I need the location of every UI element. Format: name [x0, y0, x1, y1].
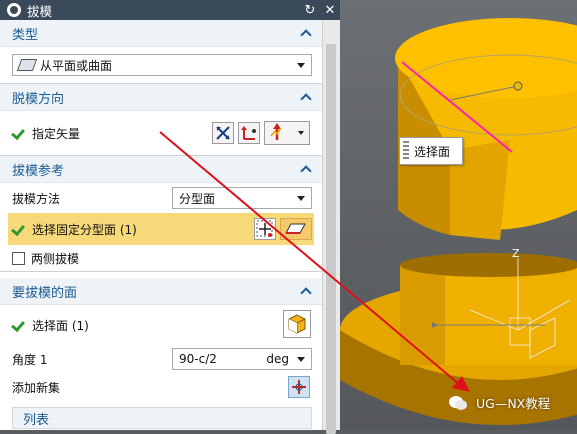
- mid-cylinder-side: [400, 265, 445, 365]
- angle-input[interactable]: 90-c/2 deg: [172, 348, 312, 370]
- check-icon: [12, 319, 25, 332]
- add-set-icon: [292, 380, 306, 394]
- section-direction-header[interactable]: 脱模方向: [0, 84, 322, 111]
- mid-cylinder-band: [400, 253, 577, 277]
- angle-label: 角度 1: [12, 352, 48, 367]
- section-reference: 拔模参考 拔模方法 分型面 选择固定分型面 (1) 两侧拔模: [0, 156, 322, 272]
- inferred-vector-dropdown[interactable]: [264, 121, 310, 145]
- watermark: UG—NX教程: [448, 393, 550, 412]
- angle-value: 90-c/2: [179, 352, 217, 366]
- graphics-viewport[interactable]: Z 选择面 UG—NX教程: [340, 0, 577, 430]
- type-dropdown[interactable]: 从平面或曲面: [12, 54, 312, 76]
- tooltip-text: 选择面: [414, 144, 451, 159]
- add-new-set-label: 添加新集: [12, 380, 61, 395]
- select-parting-row[interactable]: 选择固定分型面 (1): [8, 213, 314, 245]
- dialog-content: 类型 从平面或曲面 脱模方向 指定矢量 拔模参考 拔模方法 分型面 选择固定分型…: [0, 20, 322, 429]
- draft-method-row: 拔模方法 分型面: [0, 183, 322, 213]
- section-type-header[interactable]: 类型: [0, 20, 322, 47]
- select-face-label: 选择面 (1): [32, 318, 89, 333]
- section-type-title: 类型: [12, 27, 39, 43]
- chevron-up-icon[interactable]: [300, 93, 312, 101]
- check-icon: [12, 127, 25, 140]
- scrollbar-thumb[interactable]: [326, 44, 336, 434]
- draft-method-label: 拔模方法: [12, 191, 61, 206]
- reverse-direction-icon: [216, 126, 230, 140]
- type-dropdown-value: 从平面或曲面: [40, 58, 113, 73]
- section-direction-title: 脱模方向: [12, 91, 65, 107]
- angle-unit: deg: [266, 352, 289, 366]
- gear-icon: [7, 3, 21, 17]
- draft-method-value: 分型面: [179, 191, 216, 206]
- chevron-down-icon: [298, 131, 304, 135]
- section-faces-header[interactable]: 要拔模的面: [0, 278, 322, 305]
- section-faces: 要拔模的面 选择面 (1) 角度 1 90-c/2 deg 添加新集 列表: [0, 278, 322, 429]
- dialog-titlebar: 拔模 ↻ ✕: [0, 0, 340, 20]
- add-new-set-button[interactable]: [288, 376, 310, 398]
- specify-vector-label: 指定矢量: [32, 126, 81, 141]
- chevron-down-icon: [297, 63, 305, 68]
- cube-face-icon: [288, 314, 306, 334]
- dialog-scrollbar[interactable]: [322, 20, 341, 434]
- reverse-direction-button[interactable]: [212, 122, 234, 144]
- select-face-row[interactable]: 选择面 (1): [0, 305, 322, 345]
- section-reference-header[interactable]: 拔模参考: [0, 156, 322, 183]
- plane-dialog-button[interactable]: [280, 218, 312, 240]
- watermark-text: UG—NX教程: [476, 396, 551, 411]
- vector-handle-ball[interactable]: [513, 81, 523, 91]
- vector-dialog-button[interactable]: [238, 122, 260, 144]
- draft-dialog: 拔模 ↻ ✕ 类型 从平面或曲面 脱模方向 指定矢量 拔模参考 拔模方法 分型面…: [0, 0, 341, 434]
- chevron-down-icon: [297, 357, 305, 362]
- specify-vector-row[interactable]: 指定矢量: [0, 111, 322, 155]
- select-face-tooltip: 选择面: [399, 137, 463, 165]
- reset-icon[interactable]: ↻: [300, 3, 320, 18]
- list-header-label: 列表: [23, 412, 50, 428]
- vector-icon: [241, 126, 256, 140]
- dialog-title: 拔模: [27, 3, 53, 19]
- select-face-button[interactable]: [283, 310, 311, 338]
- close-icon[interactable]: ✕: [320, 3, 340, 18]
- chevron-up-icon[interactable]: [300, 287, 312, 295]
- check-icon: [12, 223, 25, 236]
- angle-row: 角度 1 90-c/2 deg: [0, 345, 322, 373]
- both-sides-checkbox[interactable]: [12, 251, 25, 265]
- plane-surface-icon: [16, 59, 38, 71]
- draft-method-dropdown[interactable]: 分型面: [172, 187, 312, 209]
- section-type: 类型 从平面或曲面: [0, 20, 322, 84]
- tooltip-grip: [403, 141, 409, 161]
- plane-icon: [285, 223, 306, 234]
- inferred-vector-icon: [270, 123, 282, 140]
- crosshair-select-icon: [256, 220, 273, 237]
- add-new-set-row: 添加新集: [0, 373, 322, 401]
- section-faces-title: 要拔模的面: [12, 285, 78, 301]
- axis-z-label: Z: [512, 247, 520, 260]
- type-row: 从平面或曲面: [0, 47, 322, 83]
- chevron-up-icon[interactable]: [300, 165, 312, 173]
- chevron-up-icon[interactable]: [300, 29, 312, 37]
- both-sides-row[interactable]: 两侧拔模: [0, 245, 322, 271]
- list-header[interactable]: 列表: [12, 407, 312, 429]
- select-parting-button[interactable]: [254, 218, 276, 240]
- section-direction: 脱模方向 指定矢量: [0, 84, 322, 156]
- part-model: Z: [340, 18, 577, 425]
- wechat-icon: [448, 395, 468, 411]
- both-sides-label: 两侧拔模: [31, 251, 80, 266]
- section-reference-title: 拔模参考: [12, 163, 65, 179]
- select-parting-label: 选择固定分型面 (1): [32, 222, 137, 237]
- chevron-down-icon: [297, 196, 305, 201]
